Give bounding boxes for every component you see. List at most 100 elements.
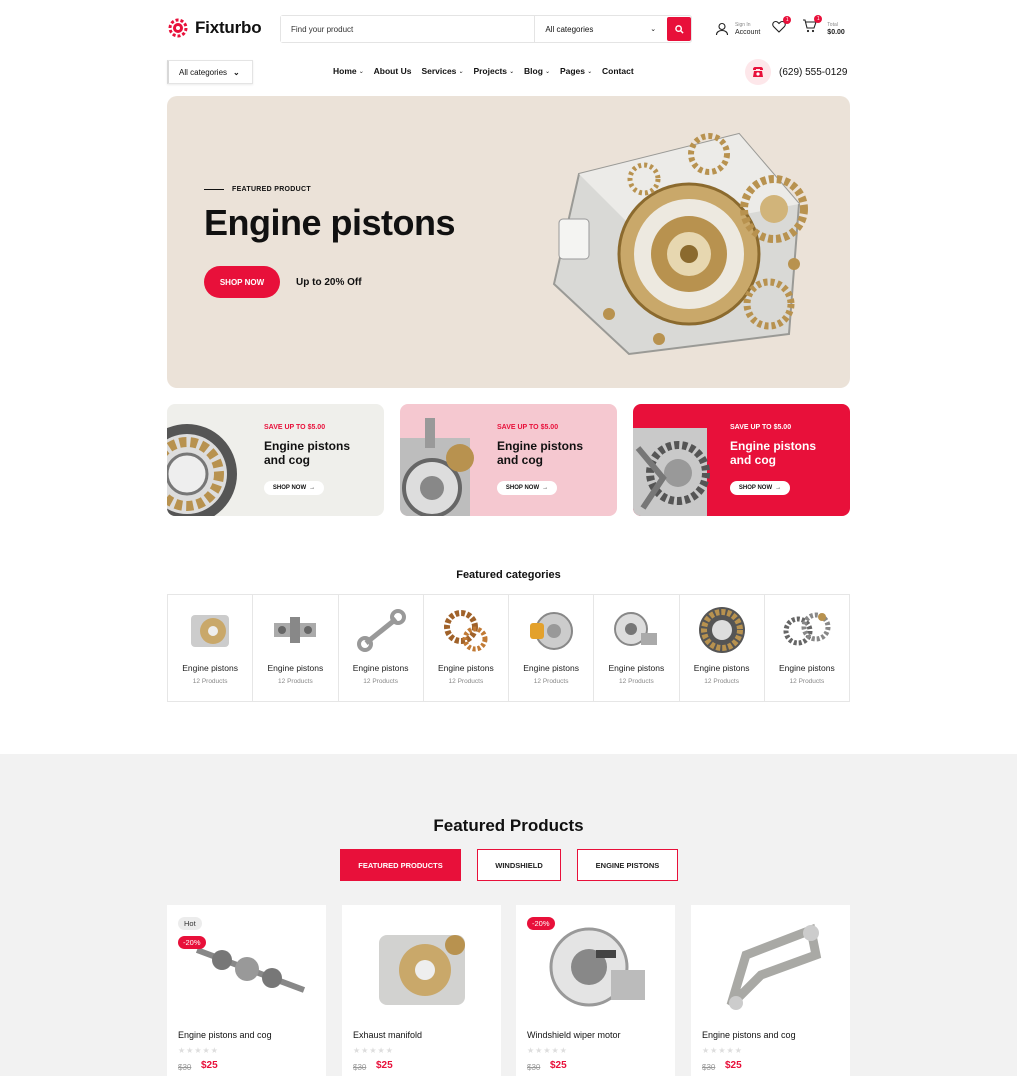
featured-products-section: [0, 754, 1017, 1076]
cart-count: 1: [814, 15, 823, 23]
category-name: Engine pistons: [778, 663, 835, 673]
category-card[interactable]: Engine pistons 12 Products: [339, 595, 424, 701]
phone-contact[interactable]: (629) 555-0129: [745, 59, 847, 85]
nav-contact-label: Contact: [602, 66, 634, 76]
old-price: $30: [702, 1063, 716, 1072]
gearbox-image: [633, 428, 710, 516]
arrow-right-icon: →: [309, 485, 316, 491]
bearing-image: [167, 424, 237, 516]
promo-card[interactable]: SAVE UP TO $5.00 Engine pistons and cog …: [633, 404, 850, 516]
nav-item-projects[interactable]: Projects ⌄: [473, 66, 514, 76]
nav-item-pages[interactable]: Pages ⌄: [560, 66, 592, 76]
discount-badge: -20%: [178, 936, 206, 949]
wishlist-button[interactable]: 1: [772, 15, 792, 38]
user-icon[interactable]: [715, 22, 729, 36]
engine-image: [552, 132, 808, 356]
category-card[interactable]: Engine pistons 12 Products: [253, 595, 339, 701]
nav-item-home[interactable]: Home ⌄: [333, 66, 364, 76]
price: $25: [725, 1060, 742, 1071]
search-button[interactable]: [667, 17, 691, 41]
bracket-icon: [274, 617, 317, 643]
tab-engine-pistons[interactable]: ENGINE PISTONS: [577, 849, 678, 881]
category-count: 12 Products: [192, 678, 228, 685]
promo-button-label: SHOP NOW: [738, 485, 773, 491]
bearing-icon: [698, 607, 745, 653]
logo[interactable]: Fixturbo: [167, 17, 262, 39]
search-input[interactable]: [281, 16, 535, 42]
nav-home-label: Home: [333, 66, 357, 76]
hero-title: Engine pistons: [204, 202, 456, 243]
product-card[interactable]: Engine pistons and cog ★★★★★ $30 $25: [691, 905, 850, 1076]
hero-banner: FEATURED PRODUCT Engine pistons SHOP NOW…: [167, 96, 850, 388]
category-name: Engine pistons: [267, 663, 324, 673]
rating-stars: ★★★★★: [527, 1046, 568, 1055]
chevron-down-icon: ⌄: [544, 68, 550, 75]
promo-save: SAVE UP TO $5.00: [497, 424, 559, 431]
product-card[interactable]: -20% Windshield wiper motor ★★★★★ $30 $2…: [516, 905, 675, 1076]
chevron-down-icon: ⌄: [358, 68, 364, 75]
product-name[interactable]: Engine pistons and cog: [178, 1030, 272, 1040]
category-name: Engine pistons: [693, 663, 750, 673]
account-link[interactable]: Sign In Account: [735, 22, 760, 36]
category-card[interactable]: Engine pistons 12 Products: [424, 595, 509, 701]
nav-item-services[interactable]: Services ⌄: [421, 66, 463, 76]
nav-item-blog[interactable]: Blog ⌄: [524, 66, 550, 76]
brand-name: Fixturbo: [195, 18, 262, 37]
chevron-down-icon: ⌄: [587, 68, 593, 75]
category-count: 12 Products: [533, 678, 569, 685]
promo-shop-now-button[interactable]: SHOP NOW →: [497, 481, 557, 495]
tab-windshield[interactable]: WINDSHIELD: [477, 849, 561, 881]
cart-button[interactable]: 1: [802, 15, 823, 38]
product-name[interactable]: Engine pistons and cog: [702, 1030, 796, 1040]
search-icon: [674, 24, 684, 34]
nav-item-about[interactable]: About Us: [374, 66, 412, 76]
price: $25: [376, 1060, 393, 1071]
rating-stars: ★★★★★: [178, 1046, 219, 1055]
brake-disc-icon: [530, 612, 574, 650]
chevron-down-icon: ⌄: [233, 67, 240, 77]
price: $25: [201, 1060, 218, 1071]
promo-card[interactable]: SAVE UP TO $5.00 Engine pistons and cog …: [400, 404, 617, 516]
chevron-down-icon: ⌄: [509, 68, 515, 75]
phone-icon: [745, 59, 771, 85]
category-card[interactable]: Engine pistons 12 Products: [509, 595, 595, 701]
price: $25: [550, 1060, 567, 1071]
rating-stars: ★★★★★: [353, 1046, 394, 1055]
gear-logo-icon: [168, 18, 188, 38]
category-card[interactable]: Engine pistons 12 Products: [168, 595, 254, 701]
hero-offer: Up to 20% Off: [296, 277, 362, 288]
category-name: Engine pistons: [523, 663, 579, 673]
all-categories-dropdown[interactable]: All categories ⌄: [167, 60, 253, 84]
category-name: Engine pistons: [182, 663, 238, 673]
category-count: 12 Products: [448, 678, 484, 685]
account-label: Account: [735, 28, 761, 36]
promo-shop-now-button[interactable]: SHOP NOW →: [730, 481, 790, 495]
crankshaft-image: [195, 947, 306, 993]
category-count: 12 Products: [619, 678, 654, 685]
promo-shop-now-button[interactable]: SHOP NOW →: [264, 481, 324, 495]
category-card[interactable]: Engine pistons 12 Products: [680, 595, 765, 701]
product-name[interactable]: Windshield wiper motor: [527, 1030, 621, 1040]
category-count: 12 Products: [704, 678, 739, 685]
wrench-icon: [356, 609, 406, 652]
chevron-down-icon: ⌄: [650, 26, 657, 33]
hero-shop-now-button[interactable]: SHOP NOW: [204, 266, 280, 298]
category-name: Engine pistons: [352, 663, 409, 673]
nav-item-contact[interactable]: Contact: [602, 66, 634, 76]
promo-card[interactable]: SAVE UP TO $5.00 Engine pistons and cog …: [167, 404, 384, 516]
product-card[interactable]: Hot -20% Engine pistons and cog ★★★★★ $3…: [167, 905, 326, 1076]
category-select[interactable]: All categories ⌄: [534, 16, 666, 42]
wishlist-count: 1: [783, 15, 792, 24]
gear-set-icon: [783, 612, 831, 646]
product-name[interactable]: Exhaust manifold: [353, 1030, 422, 1040]
tab-featured-products[interactable]: FEATURED PRODUCTS: [340, 849, 461, 881]
main-nav: Home ⌄ About Us Services ⌄ Projects ⌄ Blog ⌄…: [333, 66, 634, 76]
hero-eyebrow: FEATURED PRODUCT: [204, 186, 311, 193]
category-card[interactable]: Engine pistons 12 Products: [594, 595, 680, 701]
category-card[interactable]: Engine pistons 12 Products: [765, 595, 849, 701]
old-price: $30: [178, 1063, 192, 1072]
phone-number: (629) 555-0129: [779, 66, 848, 78]
category-name: Engine pistons: [608, 663, 665, 673]
product-card[interactable]: Exhaust manifold ★★★★★ $30 $25: [342, 905, 501, 1076]
product-tabs: FEATURED PRODUCTS WINDSHIELD ENGINE PIST…: [340, 849, 678, 881]
